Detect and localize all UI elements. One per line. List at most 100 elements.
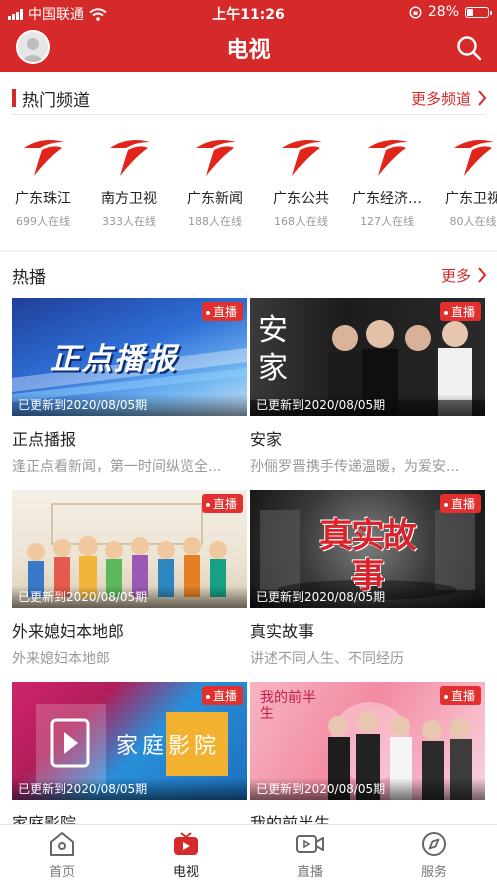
channel-name: 广东经济… (352, 191, 422, 207)
program-thumbnail: 直播 已更新到2020/08/05期 (12, 490, 247, 608)
update-info: 已更新到2020/08/05期 (12, 778, 247, 800)
update-info: 已更新到2020/08/05期 (250, 778, 485, 800)
home-icon (50, 832, 74, 856)
live-badge: 直播 (439, 302, 481, 321)
more-channels-label: 更多频道 (410, 90, 471, 108)
thumbnail-logo-text: 安家 (258, 313, 288, 386)
channel-viewers: 127人在线 (360, 215, 414, 228)
gdtv-logo-icon (454, 140, 494, 176)
program-card[interactable]: 直播 已更新到2020/08/05期 外来媳妇本地郎 外来媳妇本地郎 (12, 490, 247, 668)
program-thumbnail: 安家 直播 已更新到2020/08/05期 (250, 298, 485, 416)
program-card[interactable]: 真实故事 直播 已更新到2020/08/05期 真实故事 讲述不同人生、不同经历 (250, 490, 485, 668)
channel-viewers: 168人在线 (274, 215, 328, 228)
hot-channels-header: 热门频道 更多频道 (12, 86, 487, 111)
more-broadcast-label: 更多 (440, 267, 471, 285)
video-icon (296, 835, 324, 853)
program-title: 正点播报 (12, 430, 77, 449)
page-title: 电视 (226, 38, 271, 63)
thumbnail-logo-text: 真实故事 (319, 516, 417, 596)
channel-item[interactable]: 广东经济… 127人在线 (344, 134, 430, 229)
update-info: 已更新到2020/08/05期 (12, 586, 247, 608)
thumbnail-logo-text: 正点播报 (50, 342, 178, 377)
app-header: 电视 (0, 24, 497, 72)
update-info: 已更新到2020/08/05期 (12, 394, 247, 416)
gdtv-logo-icon (110, 140, 150, 176)
gdtv-logo-icon (282, 140, 322, 176)
channel-viewers: 80人在线 (449, 215, 497, 228)
program-card[interactable]: 我的前半生 直播 已更新到2020/08/05期 我的前半生 (250, 682, 485, 834)
rotation-lock-icon (409, 5, 422, 19)
search-icon[interactable] (455, 34, 483, 62)
program-thumbnail: 我的前半生 直播 已更新到2020/08/05期 (250, 682, 485, 800)
update-info: 已更新到2020/08/05期 (250, 394, 485, 416)
tab-tv[interactable]: 电视 (141, 831, 231, 880)
tab-label: 首页 (48, 865, 75, 880)
program-thumbnail: 真实故事 直播 已更新到2020/08/05期 (250, 490, 485, 608)
divider (12, 114, 485, 115)
live-badge: 直播 (439, 494, 481, 513)
live-label: 直播 (212, 497, 237, 511)
live-label: 直播 (212, 305, 237, 319)
live-label: 直播 (450, 497, 475, 511)
live-label: 直播 (450, 305, 475, 319)
battery-percent: 28% (427, 4, 459, 20)
tab-label: 电视 (172, 865, 199, 880)
chevron-right-icon (478, 90, 487, 106)
chevron-right-icon (478, 267, 487, 283)
live-badge: 直播 (439, 686, 481, 705)
channel-name: 广东新闻 (187, 191, 243, 207)
live-label: 直播 (212, 689, 237, 703)
program-desc: 讲述不同人生、不同经历 (250, 651, 404, 667)
program-card[interactable]: 安家 直播 已更新到2020/08/05期 安家 孙俪罗晋携手传递温暖，为爱安.… (250, 298, 485, 476)
status-bar: 中国联通 上午11:26 28% (0, 0, 497, 24)
program-title: 外来媳妇本地郎 (12, 622, 125, 641)
program-desc: 外来媳妇本地郎 (12, 651, 110, 667)
bottom-tab-bar: 首页 电视 直播 服务 (0, 824, 497, 883)
program-title: 安家 (250, 430, 283, 449)
tab-label: 直播 (296, 865, 323, 880)
program-title: 真实故事 (250, 622, 315, 641)
gdtv-logo-icon (196, 140, 236, 176)
channel-item[interactable]: 南方卫视 333人在线 (86, 134, 172, 229)
gdtv-logo-icon (24, 140, 64, 176)
update-info: 已更新到2020/08/05期 (250, 586, 485, 608)
program-desc: 孙俪罗晋携手传递温暖，为爱安... (250, 459, 460, 475)
program-card[interactable]: 家庭影院 直播 已更新到2020/08/05期 家庭影院 (12, 682, 247, 834)
live-badge: 直播 (201, 686, 243, 705)
channel-name: 广东珠江 (15, 191, 71, 207)
compass-icon (422, 832, 446, 856)
channel-item[interactable]: 广东新闻 188人在线 (172, 134, 258, 229)
tv-icon (174, 832, 198, 855)
tab-label: 服务 (420, 865, 447, 880)
channel-name: 广东卫视 (445, 191, 497, 207)
program-thumbnail: 正点播报 直播 已更新到2020/08/05期 (12, 298, 247, 416)
program-card[interactable]: 正点播报 直播 已更新到2020/08/05期 正点播报 逢正点看新闻，第一时间… (12, 298, 247, 476)
channel-item[interactable]: 广东卫视 80人在线 (430, 134, 497, 229)
gdtv-logo-icon (368, 140, 408, 176)
tab-services[interactable]: 服务 (389, 831, 479, 880)
channel-item[interactable]: 广东公共 168人在线 (258, 134, 344, 229)
thumbnail-logo-text: 我的前半生 (260, 690, 316, 722)
more-channels-link[interactable]: 更多频道 (397, 86, 487, 110)
channel-item[interactable]: 广东珠江 699人在线 (0, 134, 86, 229)
program-desc: 逢正点看新闻，第一时间纵览全... (12, 459, 222, 475)
hot-broadcast-header: 热播 更多 (12, 263, 487, 288)
hot-channels-title: 热门频道 (22, 91, 90, 111)
section-accent-bar (12, 89, 16, 107)
battery-icon (465, 6, 492, 18)
channel-viewers: 333人在线 (102, 215, 156, 228)
tab-home[interactable]: 首页 (17, 831, 107, 880)
more-broadcast-link[interactable]: 更多 (397, 263, 487, 287)
hot-broadcast-title: 热播 (12, 268, 46, 288)
live-badge: 直播 (201, 494, 243, 513)
channel-name: 广东公共 (273, 191, 329, 207)
channel-name: 南方卫视 (101, 191, 157, 207)
channel-viewers: 699人在线 (16, 215, 70, 228)
live-badge: 直播 (201, 302, 243, 321)
channel-viewers: 188人在线 (188, 215, 242, 228)
channel-list: 广东珠江 699人在线 南方卫视 333人在线 广东新闻 188人在线 广东公共… (0, 134, 497, 244)
thumbnail-logo-text: 家庭影院 (116, 734, 221, 759)
tab-live[interactable]: 直播 (265, 831, 355, 880)
program-thumbnail: 家庭影院 直播 已更新到2020/08/05期 (12, 682, 247, 800)
live-label: 直播 (450, 689, 475, 703)
